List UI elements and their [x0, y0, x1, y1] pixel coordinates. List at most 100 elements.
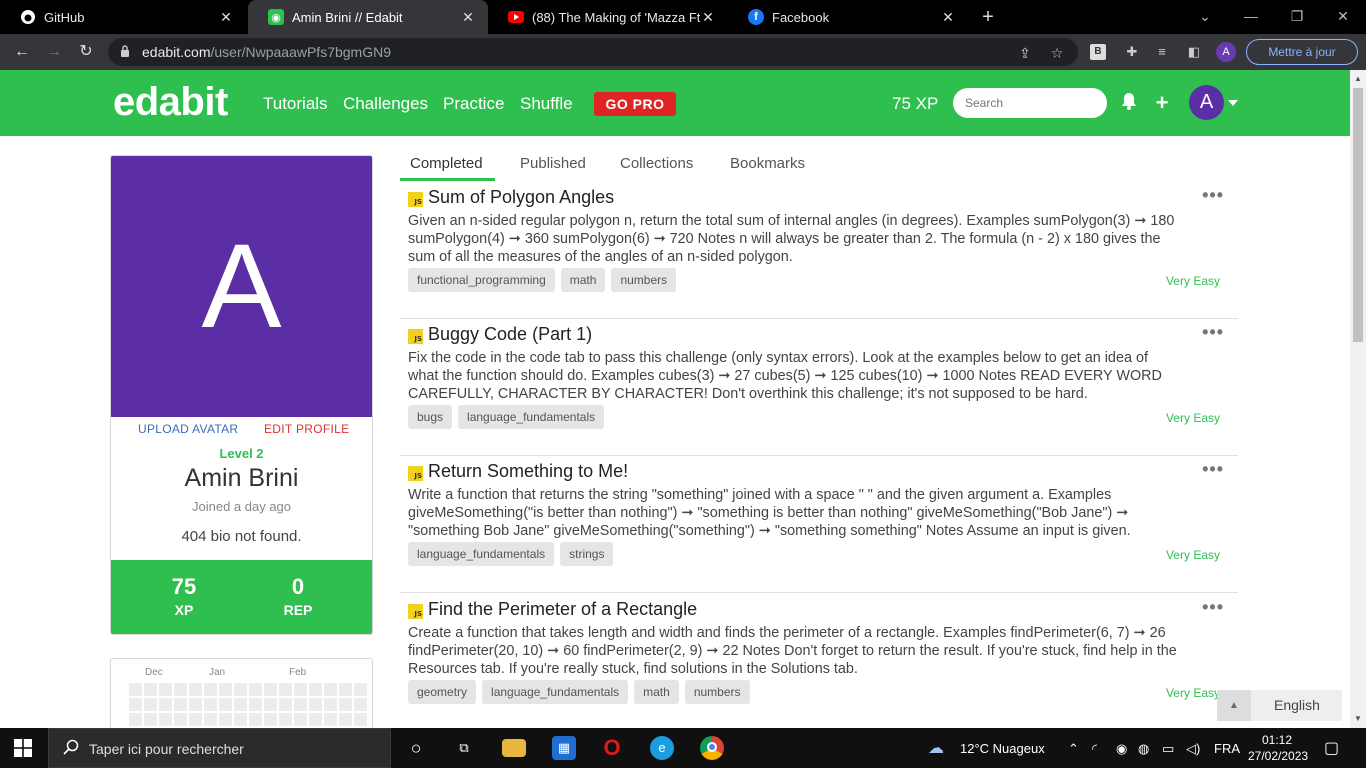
more-options-icon[interactable]: •••	[1202, 322, 1224, 343]
tag[interactable]: math	[634, 680, 679, 704]
close-tab-icon[interactable]: ✕	[700, 9, 716, 26]
taskbar-clock[interactable]: 01:12 27/02/2023	[1248, 732, 1308, 764]
input-language[interactable]: FRA	[1214, 741, 1240, 756]
tab-search-chevron-icon[interactable]: ⌄	[1182, 0, 1228, 34]
tag[interactable]: functional_programming	[408, 268, 555, 292]
nav-shuffle[interactable]: Shuffle	[520, 94, 573, 114]
browser-tab-youtube[interactable]: (88) The Making of 'Mazza Ft AS/ ✕	[488, 0, 728, 34]
media-queue-icon[interactable]: ≡	[1152, 42, 1172, 62]
share-icon[interactable]: ⇪	[1016, 44, 1034, 62]
cloud-icon[interactable]: ☁	[928, 738, 944, 758]
task-view-icon[interactable]: ⧉	[452, 736, 476, 760]
browser-tab-edabit[interactable]: ◉ Amin Brini // Edabit ✕	[248, 0, 488, 34]
bell-icon[interactable]	[1119, 92, 1139, 114]
chevron-up-icon[interactable]: ▲	[1217, 690, 1251, 721]
chevron-up-icon[interactable]: ⌃	[1068, 741, 1079, 757]
tab-collections[interactable]: Collections	[620, 155, 693, 172]
tab-completed[interactable]: Completed	[410, 155, 483, 172]
taskbar-search[interactable]: Taper ici pour rechercher	[48, 728, 391, 768]
go-pro-button[interactable]: GO PRO	[594, 92, 676, 116]
new-tab-icon[interactable]: +	[976, 5, 1000, 29]
webcam-icon[interactable]: ◉	[1116, 741, 1127, 757]
browser-tab-facebook[interactable]: f Facebook ✕	[728, 0, 968, 34]
update-button[interactable]: Mettre à jour	[1246, 39, 1358, 65]
volume-icon[interactable]: ◁)	[1186, 741, 1200, 757]
windows-start-icon[interactable]	[14, 739, 32, 757]
challenge-title[interactable]: Find the Perimeter of a Rectangle	[428, 599, 697, 620]
edge-icon[interactable]: e	[650, 736, 674, 760]
back-icon[interactable]: ←	[10, 40, 34, 64]
file-explorer-icon[interactable]	[502, 739, 526, 757]
tag[interactable]: language_fundamentals	[458, 405, 605, 429]
tab-published[interactable]: Published	[520, 155, 586, 172]
challenge-tags: bugs language_fundamentals	[408, 405, 605, 429]
microsoft-store-icon[interactable]: ▦	[552, 736, 576, 760]
more-options-icon[interactable]: •••	[1202, 459, 1224, 480]
more-options-icon[interactable]: •••	[1202, 597, 1224, 618]
tag[interactable]: strings	[560, 542, 614, 566]
chrome-icon[interactable]	[700, 736, 724, 760]
tag[interactable]: geometry	[408, 680, 477, 704]
more-options-icon[interactable]: •••	[1202, 185, 1224, 206]
challenge-item[interactable]: JS Sum of Polygon Angles ••• Given an n-…	[400, 182, 1238, 319]
reload-icon[interactable]: ↻	[74, 40, 98, 64]
edabit-logo[interactable]: edabit	[113, 80, 228, 125]
scroll-down-icon[interactable]: ▼	[1350, 712, 1366, 726]
restore-icon[interactable]: ❐	[1274, 0, 1320, 34]
upload-avatar-link[interactable]: UPLOAD AVATAR	[138, 422, 238, 436]
search-input[interactable]	[953, 88, 1107, 118]
tag[interactable]: numbers	[684, 680, 750, 704]
close-tab-icon[interactable]: ✕	[218, 9, 234, 26]
plus-icon[interactable]: +	[1152, 92, 1172, 114]
nav-tutorials[interactable]: Tutorials	[263, 94, 328, 114]
nav-challenges[interactable]: Challenges	[343, 94, 428, 114]
minimize-icon[interactable]: —	[1228, 0, 1274, 34]
tag[interactable]: math	[560, 268, 606, 292]
challenge-description: Given an n-sided regular polygon n, retu…	[408, 213, 1175, 265]
challenge-title[interactable]: Return Something to Me!	[428, 461, 628, 482]
weather-text[interactable]: 12°C Nuageux	[960, 741, 1045, 756]
tag[interactable]: language_fundamentals	[482, 680, 629, 704]
scroll-up-icon[interactable]: ▲	[1350, 72, 1366, 86]
scrollbar-thumb[interactable]	[1353, 88, 1363, 342]
wifi-icon[interactable]: ◜	[1092, 741, 1097, 757]
tab-bookmarks[interactable]: Bookmarks	[730, 155, 805, 172]
challenge-description: Fix the code in the code tab to pass thi…	[408, 350, 1162, 402]
user-stats: 75 XP 0 REP	[111, 560, 372, 634]
challenge-description: Create a function that takes length and …	[408, 625, 1177, 677]
challenge-title[interactable]: Sum of Polygon Angles	[428, 187, 614, 208]
challenge-item[interactable]: JS Buggy Code (Part 1) ••• Fix the code …	[400, 319, 1238, 456]
notification-icon[interactable]: ▢	[1324, 738, 1339, 758]
browser-profile-avatar[interactable]: A	[1216, 42, 1236, 62]
side-panel-icon[interactable]: ◧	[1184, 42, 1204, 62]
battery-icon[interactable]: ▭	[1162, 741, 1174, 757]
user-level: Level 2	[219, 446, 264, 461]
cortana-icon[interactable]: ○	[404, 736, 428, 760]
tab-title: Facebook	[772, 9, 830, 25]
extensions-puzzle-icon[interactable]: ✚	[1122, 42, 1142, 62]
challenge-item[interactable]: JS Return Something to Me! ••• Write a f…	[400, 456, 1238, 593]
tag[interactable]: language_fundamentals	[408, 542, 555, 566]
microphone-icon[interactable]: ◍	[1138, 741, 1149, 757]
address-bar[interactable]: edabit.com/user/NwpaaawPfs7bgmGN9 ⇪ ☆	[108, 38, 1078, 66]
extension-b-icon[interactable]: B	[1090, 44, 1106, 60]
close-tab-icon[interactable]: ✕	[940, 9, 956, 26]
month-label: Jan	[209, 667, 226, 678]
windows-taskbar: Taper ici pour rechercher ○ ⧉ ▦ O e ☁ 12…	[0, 728, 1366, 768]
bookmark-star-icon[interactable]: ☆	[1048, 44, 1066, 62]
user-avatar[interactable]: A	[1189, 85, 1224, 120]
close-tab-icon[interactable]: ✕	[460, 9, 476, 26]
challenge-title[interactable]: Buggy Code (Part 1)	[428, 324, 592, 345]
tag[interactable]: bugs	[408, 405, 453, 429]
challenge-item[interactable]: JS Find the Perimeter of a Rectangle •••…	[400, 594, 1238, 728]
page-scrollbar[interactable]: ▲ ▼	[1350, 70, 1366, 728]
opera-icon[interactable]: O	[600, 736, 624, 760]
edit-profile-link[interactable]: EDIT PROFILE	[264, 422, 349, 436]
browser-tab-github[interactable]: GitHub ✕	[0, 0, 246, 34]
chevron-down-icon[interactable]	[1228, 100, 1238, 106]
nav-practice[interactable]: Practice	[443, 94, 504, 114]
tag[interactable]: numbers	[611, 268, 677, 292]
language-selector[interactable]: ▲ English	[1217, 690, 1342, 721]
close-window-icon[interactable]: ✕	[1320, 0, 1366, 34]
forward-icon[interactable]: →	[42, 40, 66, 64]
